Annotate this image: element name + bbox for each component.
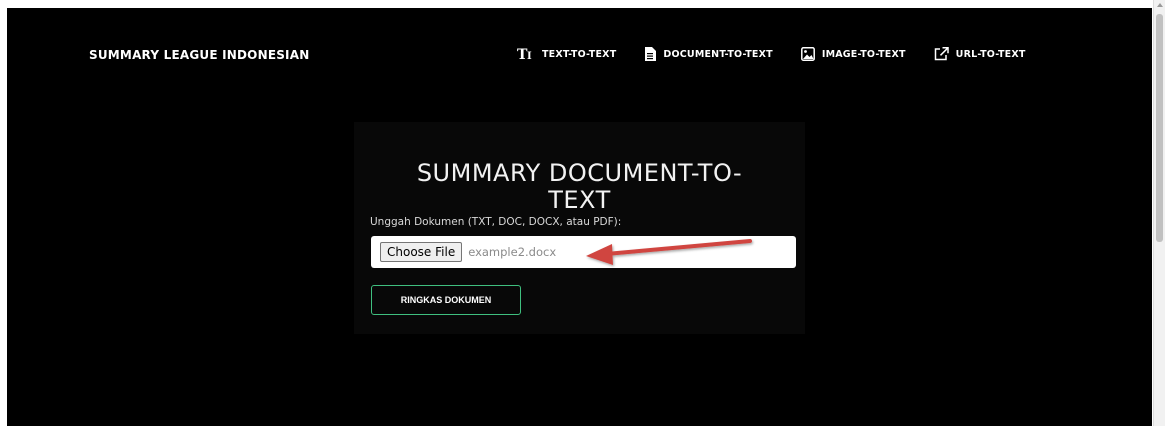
page-title: SUMMARY DOCUMENT-TO- TEXT [354, 160, 805, 214]
nav-item-label: IMAGE-TO-TEXT [821, 48, 906, 60]
nav-item-image-to-text[interactable]: IMAGE-TO-TEXT [800, 46, 906, 62]
choose-file-button[interactable]: Choose File [380, 242, 463, 262]
summary-card: SUMMARY DOCUMENT-TO- TEXT Unggah Dokumen… [354, 122, 805, 334]
page-viewport: SUMMARY LEAGUE INDONESIAN T I TEXT-TO-TE… [7, 8, 1152, 426]
file-input[interactable]: Choose File example2.docx [371, 236, 796, 268]
brand-logo[interactable]: SUMMARY LEAGUE INDONESIAN [89, 48, 309, 62]
nav-item-text-to-text[interactable]: T I TEXT-TO-TEXT [517, 46, 616, 62]
scroll-up-arrow-icon[interactable] [1157, 3, 1163, 7]
svg-text:I: I [527, 51, 532, 61]
nav-item-label: DOCUMENT-TO-TEXT [663, 48, 773, 60]
main-nav: T I TEXT-TO-TEXT DOCUMENT-TO-TEXT IMAGE-… [517, 46, 1054, 62]
nav-item-label: URL-TO-TEXT [955, 48, 1026, 60]
text-type-icon: T I [517, 46, 535, 62]
selected-file-name: example2.docx [468, 245, 557, 259]
external-link-icon [934, 46, 949, 62]
scrollbar-thumb[interactable] [1156, 14, 1163, 242]
document-icon [644, 46, 657, 62]
nav-item-url-to-text[interactable]: URL-TO-TEXT [934, 46, 1026, 62]
page-title-line-2: TEXT [548, 186, 611, 214]
summarize-document-button[interactable]: RINGKAS DOKUMEN [371, 285, 521, 315]
image-icon [800, 46, 815, 62]
vertical-scrollbar[interactable] [1153, 0, 1165, 426]
page-title-line-1: SUMMARY DOCUMENT-TO- [416, 159, 743, 187]
nav-item-document-to-text[interactable]: DOCUMENT-TO-TEXT [644, 46, 773, 62]
upload-label: Unggah Dokumen (TXT, DOC, DOCX, atau PDF… [370, 216, 622, 228]
nav-item-label: TEXT-TO-TEXT [542, 48, 617, 60]
